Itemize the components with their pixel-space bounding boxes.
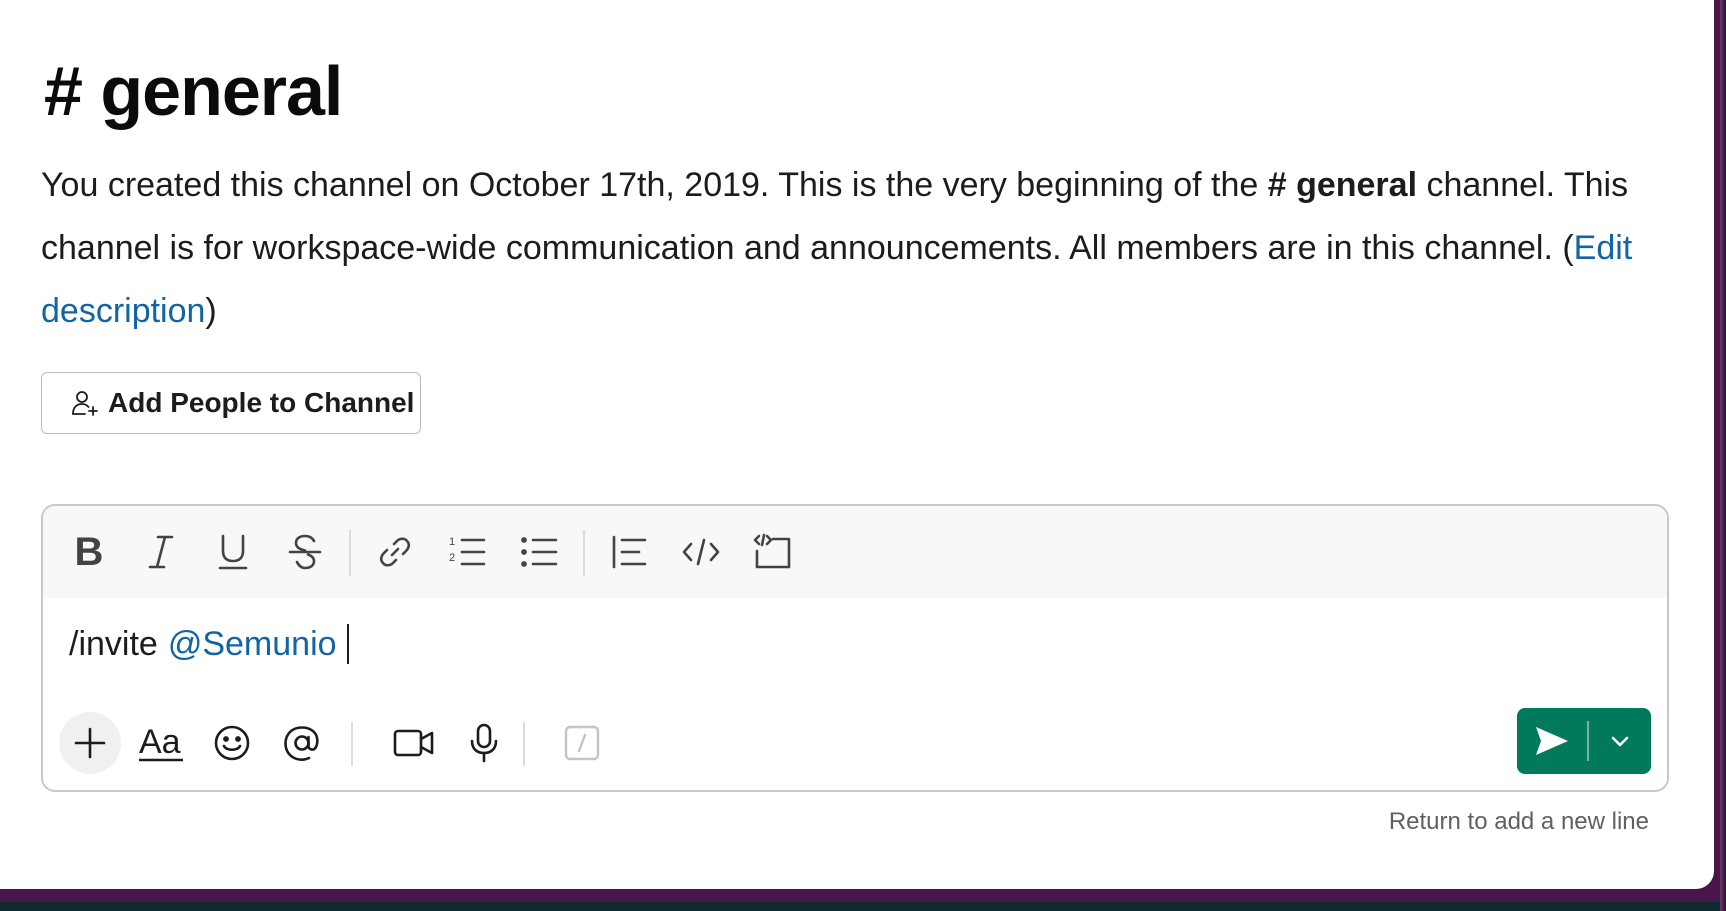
- message-input[interactable]: /invite @Semunio: [69, 620, 349, 668]
- link-icon[interactable]: [369, 526, 421, 578]
- underline-icon[interactable]: [207, 526, 259, 578]
- toolbar-divider: [523, 722, 525, 766]
- italic-icon[interactable]: [135, 526, 187, 578]
- composer-hint: Return to add a new line: [1388, 808, 1649, 835]
- strikethrough-icon[interactable]: [279, 526, 331, 578]
- formatting-toolbar: B 12: [43, 506, 1667, 598]
- channel-intro: You created this channel on October 17th…: [41, 154, 1691, 343]
- bulleted-list-icon[interactable]: [513, 526, 565, 578]
- code-block-icon[interactable]: [747, 526, 799, 578]
- bold-icon[interactable]: B: [63, 526, 115, 578]
- message-composer: B 12 /invite @Semunio Aa: [41, 504, 1669, 792]
- emoji-icon[interactable]: [201, 712, 263, 774]
- svg-text:2: 2: [449, 552, 455, 564]
- toolbar-divider: [351, 722, 353, 766]
- blockquote-icon[interactable]: [603, 526, 655, 578]
- svg-text:1: 1: [449, 536, 455, 548]
- svg-text:Aa: Aa: [139, 723, 181, 761]
- mention-at-icon[interactable]: [271, 712, 333, 774]
- add-people-button[interactable]: Add People to Channel: [41, 372, 421, 434]
- toolbar-divider: [583, 530, 585, 576]
- intro-text-3: ): [205, 292, 217, 330]
- video-icon[interactable]: [383, 712, 445, 774]
- intro-text: You created this channel on October 17th…: [41, 166, 1268, 204]
- toolbar-divider: [349, 530, 351, 576]
- add-people-label: Add People to Channel: [108, 387, 415, 418]
- slash-shortcuts-icon[interactable]: [551, 712, 613, 774]
- code-icon[interactable]: [675, 526, 727, 578]
- text-cursor: [346, 624, 349, 664]
- person-add-icon: [70, 388, 100, 418]
- slash-command: /invite: [69, 624, 158, 663]
- send-button-group: [1517, 708, 1651, 774]
- chevron-down-icon[interactable]: [1589, 708, 1652, 774]
- app-frame-bottom: [0, 902, 1726, 911]
- channel-window: # general You created this channel on Oc…: [0, 0, 1714, 889]
- channel-reference: # general: [1267, 166, 1418, 204]
- plus-icon[interactable]: [59, 712, 121, 774]
- user-mention[interactable]: @Semunio: [168, 625, 337, 664]
- microphone-icon[interactable]: [453, 712, 515, 774]
- window-edge: [1720, 0, 1726, 911]
- composer-actions: Aa: [43, 706, 1667, 776]
- formatting-aa-icon[interactable]: Aa: [131, 712, 193, 774]
- ordered-list-icon[interactable]: 12: [441, 526, 493, 578]
- channel-title: # general: [44, 52, 343, 130]
- send-icon[interactable]: [1517, 708, 1587, 774]
